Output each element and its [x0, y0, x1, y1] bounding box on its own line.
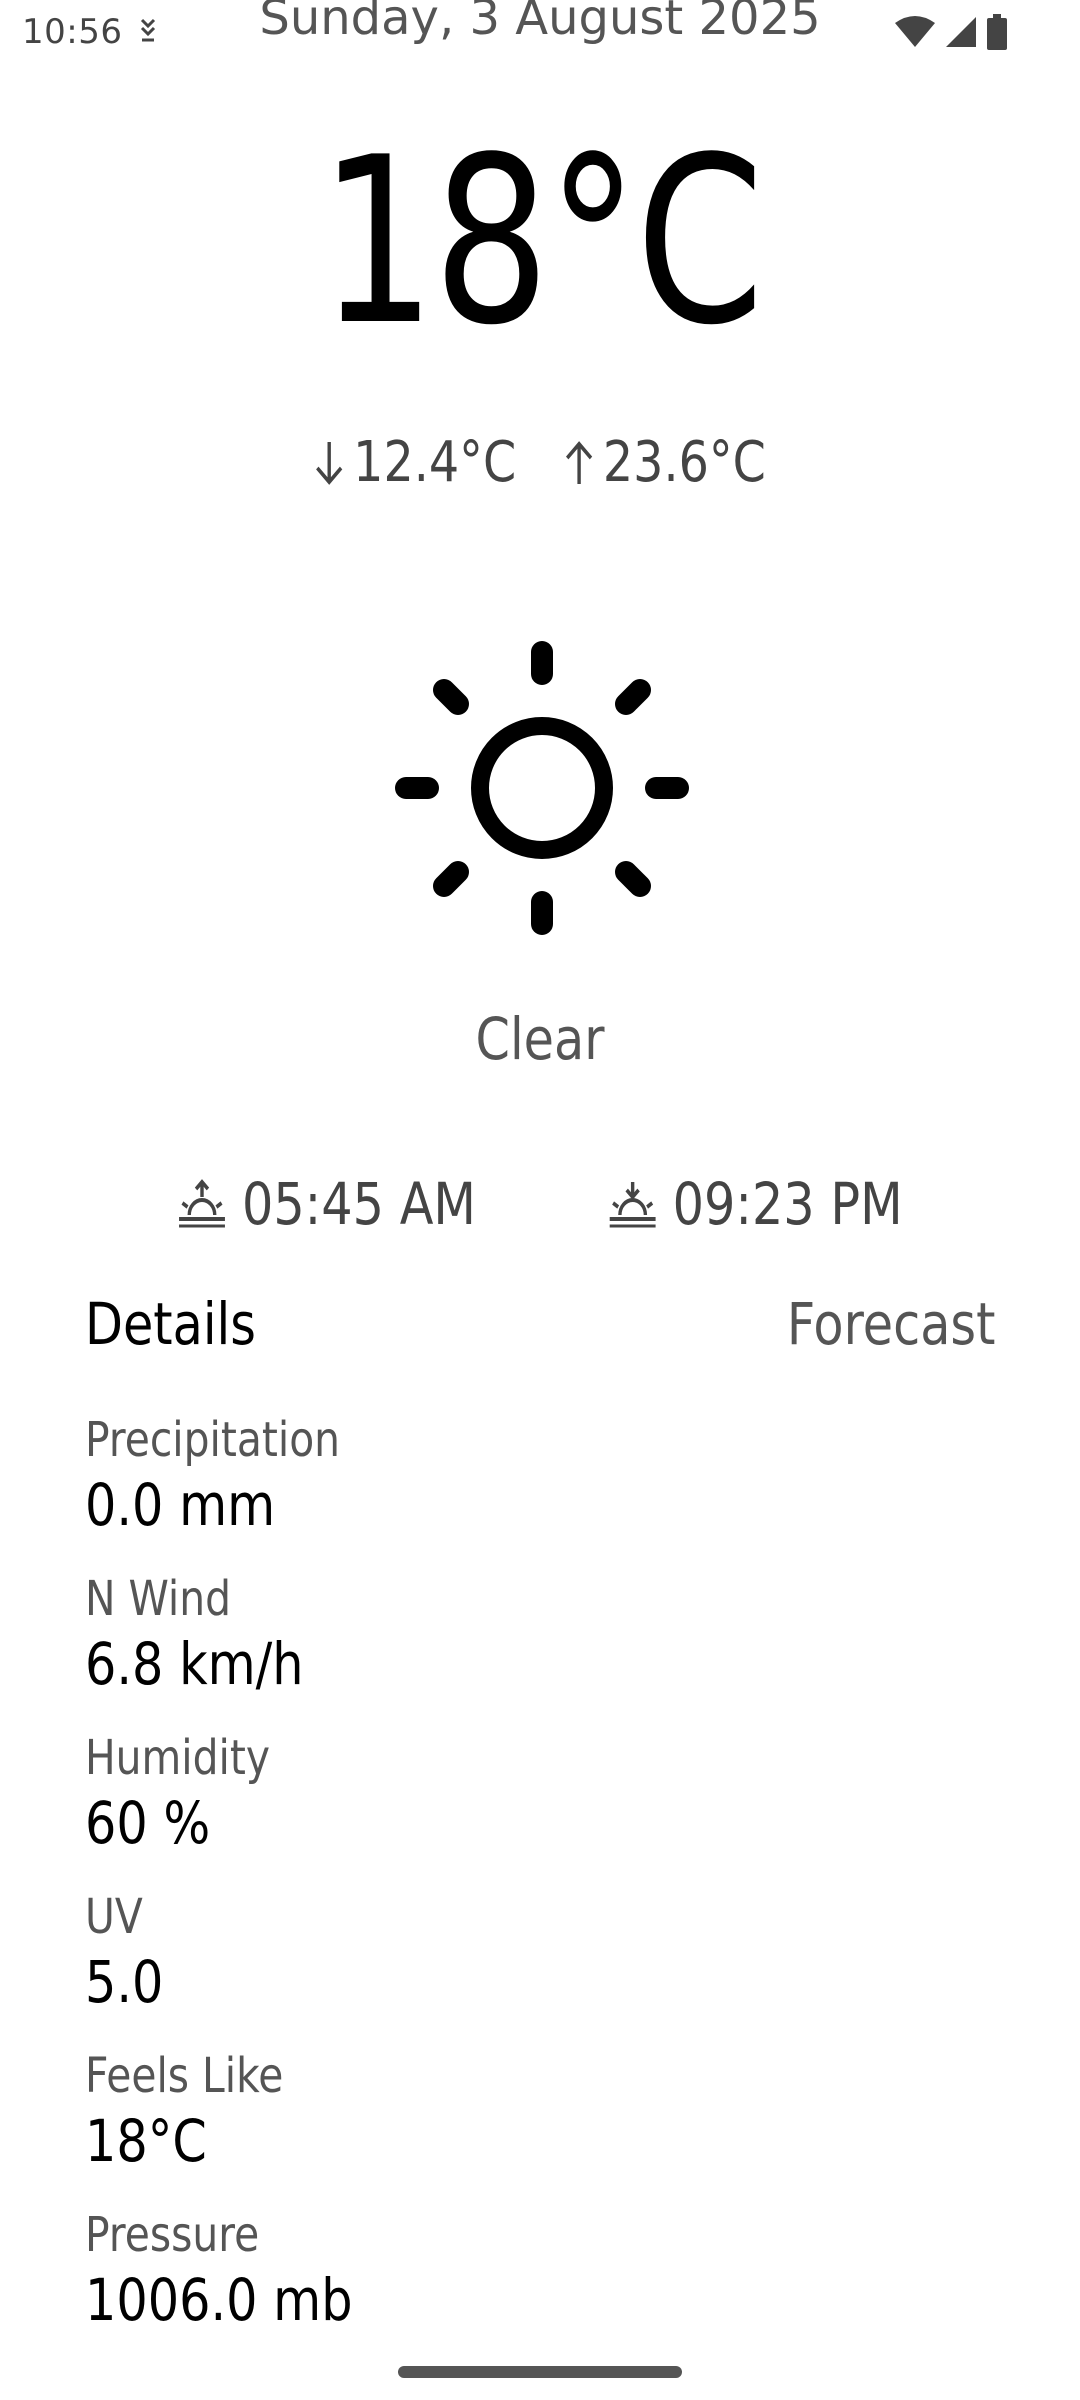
detail-feels-like: Feels Like 18°C	[85, 2046, 785, 2205]
detail-label: Feels Like	[85, 2048, 284, 2104]
sunrise: 05:45 AM	[177, 1170, 476, 1238]
detail-value: 5.0	[85, 1948, 164, 2016]
max-temperature: 23.6°C	[564, 430, 766, 495]
detail-label: UV	[85, 1889, 143, 1945]
detail-value: 0.0 mm	[85, 1471, 276, 1539]
arrow-up-icon	[565, 440, 593, 484]
sunset-icon	[610, 1182, 656, 1228]
sunset: 09:23 PM	[608, 1170, 903, 1238]
min-temperature-value: 12.4°C	[353, 430, 517, 495]
date-text: Sunday, 3 August 2025	[259, 0, 821, 46]
sunset-time: 09:23 PM	[672, 1170, 903, 1238]
sun-times: 05:45 AM 09:23 PM	[0, 1170, 1080, 1238]
weather-screen: 10:56 Sunday, 3 August 2025 18°C 12.4°C …	[0, 0, 1080, 2400]
arrow-down-icon	[316, 441, 343, 485]
detail-label: N Wind	[85, 1571, 232, 1627]
tab-bar: Details Forecast	[85, 1290, 995, 1370]
current-temperature: 18°C	[319, 109, 764, 376]
weather-condition: Clear	[475, 1005, 605, 1073]
detail-label: Humidity	[85, 1730, 270, 1786]
details-list: Precipitation 0.0 mm N Wind 6.8 km/h Hum…	[85, 1410, 785, 2364]
detail-value: 6.8 km/h	[85, 1630, 304, 1698]
tab-forecast[interactable]: Forecast	[786, 1290, 995, 1358]
tab-details[interactable]: Details	[85, 1290, 256, 1358]
detail-value: 60 %	[85, 1789, 211, 1857]
detail-wind: N Wind 6.8 km/h	[85, 1569, 785, 1728]
detail-value: 1006.0 mb	[85, 2266, 353, 2334]
detail-pressure: Pressure 1006.0 mb	[85, 2205, 785, 2364]
detail-uv: UV 5.0	[85, 1887, 785, 2046]
detail-label: Precipitation	[85, 1412, 341, 1468]
detail-humidity: Humidity 60 %	[85, 1728, 785, 1887]
detail-value: 18°C	[85, 2107, 207, 2175]
sun-icon	[395, 641, 689, 935]
detail-precipitation: Precipitation 0.0 mm	[85, 1410, 785, 1569]
home-indicator[interactable]	[398, 2366, 682, 2378]
sunrise-time: 05:45 AM	[241, 1170, 476, 1238]
max-temperature-value: 23.6°C	[602, 430, 766, 495]
detail-label: Pressure	[85, 2207, 260, 2263]
sunrise-icon	[179, 1179, 225, 1228]
min-temperature: 12.4°C	[314, 430, 516, 495]
min-max-temperature: 12.4°C 23.6°C	[81, 430, 999, 495]
